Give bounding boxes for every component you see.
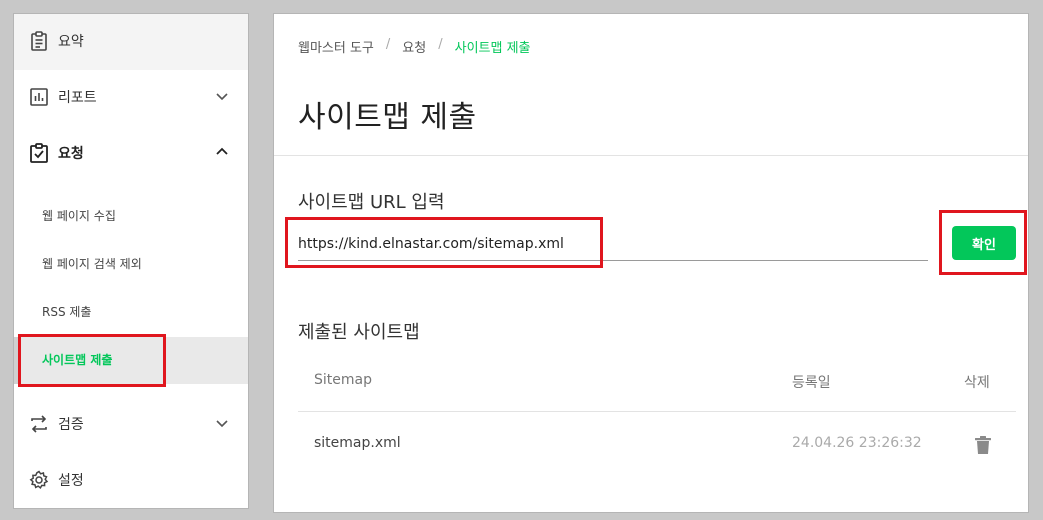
sidebar-subitem-sitemap-submit[interactable]: 사이트맵 제출 xyxy=(14,337,248,384)
swap-arrows-icon xyxy=(28,413,50,435)
breadcrumb-item-current: 사이트맵 제출 xyxy=(454,41,531,56)
trash-icon[interactable] xyxy=(974,435,992,455)
table-cell-sitemap[interactable]: sitemap.xml xyxy=(314,435,401,451)
clipboard-check-icon xyxy=(28,142,50,164)
sidebar-subitem-label: RSS 제출 xyxy=(42,305,92,319)
sidebar-item-report[interactable]: 리포트 xyxy=(14,70,248,126)
breadcrumb: 웹마스터 도구 / 요청 / 사이트맵 제출 xyxy=(298,37,531,56)
breadcrumb-item-webmaster-tools[interactable]: 웹마스터 도구 xyxy=(298,37,374,56)
sidebar-item-request[interactable]: 요청 xyxy=(14,126,248,182)
confirm-button[interactable]: 확인 xyxy=(952,226,1016,260)
sidebar-item-settings[interactable]: 설정 xyxy=(14,453,248,508)
sitemap-url-input[interactable] xyxy=(298,227,928,261)
page-title: 사이트맵 제출 xyxy=(298,100,477,135)
sidebar-subitem-rss-submit[interactable]: RSS 제출 xyxy=(14,289,248,336)
sidebar-item-label: 검증 xyxy=(58,417,84,433)
sidebar: 요약 리포트 요청 웹 페이지 수집 웹 페이지 검색 제외 RSS 제출 사이… xyxy=(13,13,249,509)
table-header-divider xyxy=(298,411,1016,412)
table-cell-date: 24.04.26 23:26:32 xyxy=(792,435,922,451)
sidebar-subitem-label: 웹 페이지 검색 제외 xyxy=(42,257,142,271)
sidebar-item-label: 요약 xyxy=(58,34,84,50)
breadcrumb-separator: / xyxy=(438,37,443,52)
breadcrumb-item-request[interactable]: 요청 xyxy=(402,37,426,56)
submitted-sitemaps-label: 제출된 사이트맵 xyxy=(298,322,420,343)
main-panel: 웹마스터 도구 / 요청 / 사이트맵 제출 사이트맵 제출 사이트맵 URL … xyxy=(273,13,1029,513)
sidebar-subitem-web-page-exclude[interactable]: 웹 페이지 검색 제외 xyxy=(14,241,248,288)
column-header-delete: 삭제 xyxy=(964,375,990,391)
sidebar-subitem-label: 사이트맵 제출 xyxy=(42,353,113,367)
sidebar-item-label: 리포트 xyxy=(58,90,97,106)
bar-chart-icon xyxy=(28,86,50,108)
column-header-sitemap: Sitemap xyxy=(314,372,372,388)
chevron-up-icon xyxy=(214,144,230,160)
sitemap-url-label: 사이트맵 URL 입력 xyxy=(298,192,445,213)
active-indicator xyxy=(14,337,20,384)
sidebar-item-verify[interactable]: 검증 xyxy=(14,397,248,453)
clipboard-icon xyxy=(28,30,50,52)
sidebar-item-label: 요청 xyxy=(58,146,84,162)
gear-icon xyxy=(28,469,50,491)
chevron-down-icon xyxy=(214,415,230,431)
sidebar-item-summary[interactable]: 요약 xyxy=(14,14,248,70)
column-header-registered-date: 등록일 xyxy=(792,375,831,391)
chevron-down-icon xyxy=(214,88,230,104)
sidebar-item-label: 설정 xyxy=(58,473,84,489)
divider xyxy=(274,155,1028,156)
sidebar-subitem-web-page-collect[interactable]: 웹 페이지 수집 xyxy=(14,193,248,240)
breadcrumb-separator: / xyxy=(385,37,391,52)
sidebar-subitem-label: 웹 페이지 수집 xyxy=(42,209,116,223)
